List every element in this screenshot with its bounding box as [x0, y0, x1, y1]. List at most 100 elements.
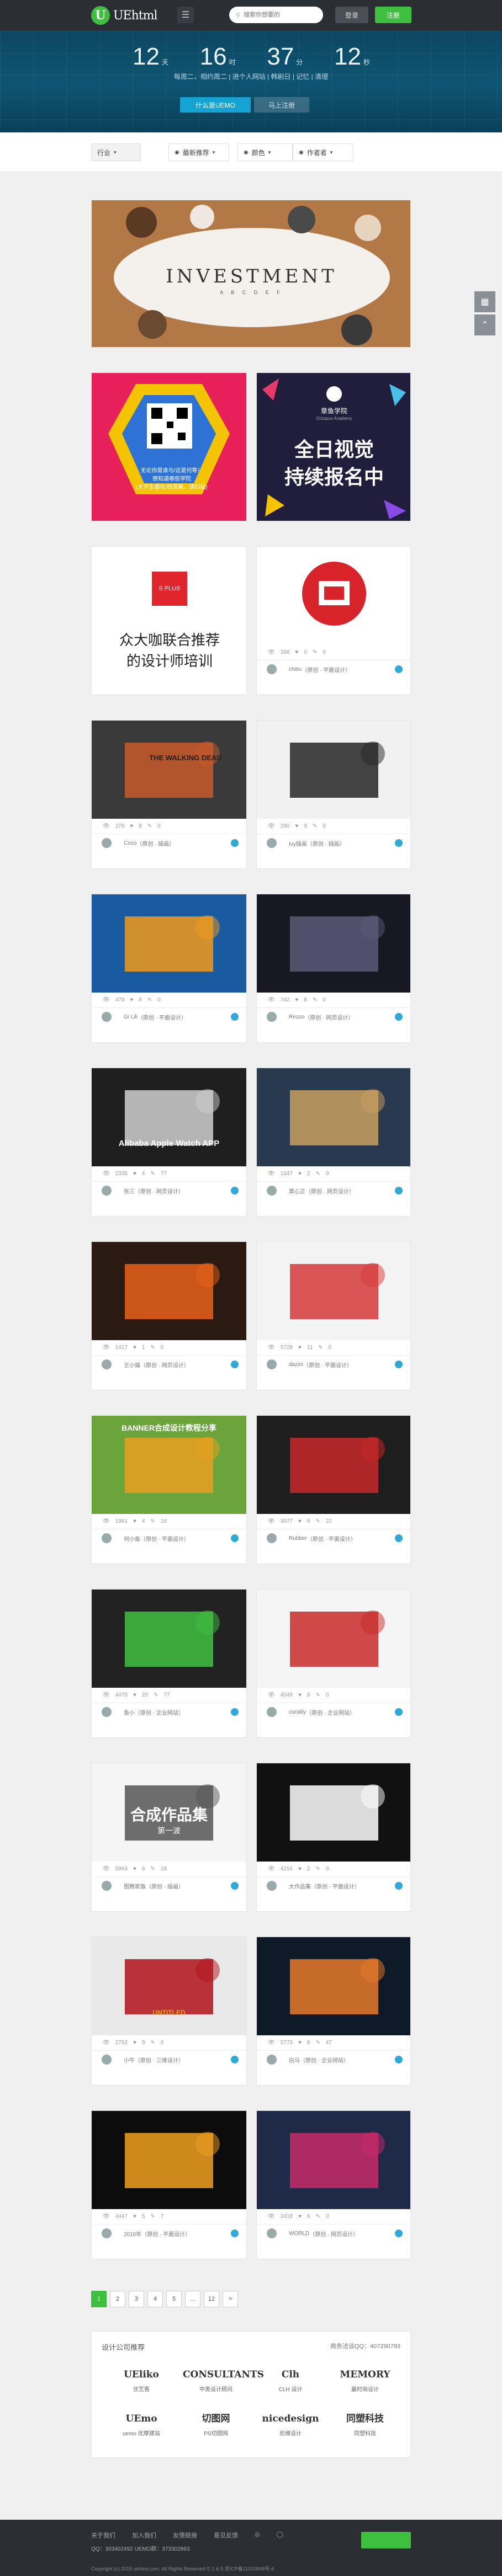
- partner-logo: CONSULTANTS: [183, 2369, 264, 2380]
- work-stats: 👁 742 ♥ 8 ✎ 0: [257, 993, 410, 1008]
- page-5[interactable]: 5: [166, 2291, 182, 2307]
- work-author[interactable]: chitiu （原创 · 平面设计）: [257, 660, 410, 678]
- work-card-9[interactable]: 👁 5728 ♥ 11 ✎ 0 dazini （原创 · 平面设计）: [256, 1241, 411, 1390]
- arrow-up-icon[interactable]: ⌃: [474, 314, 495, 335]
- work-category: （原创 · 平面设计）: [140, 1536, 189, 1543]
- search-input[interactable]: [244, 12, 316, 18]
- work-author[interactable]: 王小猫 （原创 · 网页设计）: [92, 1356, 246, 1373]
- partner-item[interactable]: UEmo uemo 优摩建站: [108, 2409, 175, 2437]
- work-author[interactable]: 黄心正 （原创 · 网页设计）: [257, 1182, 410, 1199]
- filter-author[interactable]: ◉ 作者者 ▾: [293, 143, 353, 161]
- avatar: [267, 838, 277, 848]
- footer-link-join[interactable]: 加入我们: [132, 2531, 156, 2540]
- filter-latest[interactable]: ◉ 最新推荐 ▾: [168, 143, 229, 161]
- work-author[interactable]: 图腾家族 （原创 · 插画）: [92, 1877, 246, 1895]
- qq-icon[interactable]: ◯: [277, 2531, 283, 2540]
- likes-count: 8: [307, 2040, 310, 2046]
- partner-item[interactable]: UEliko 优艺客: [108, 2365, 175, 2393]
- page-2[interactable]: 2: [110, 2291, 125, 2307]
- what-is-uemo-button[interactable]: 什么是UEMO: [180, 97, 251, 113]
- comment-icon: ✎: [147, 823, 152, 829]
- work-card-10[interactable]: BANNER合成设计教程分享 👁 1961 ♥ 4 ✎ 16 何小鱼 （原创 · 平面设计）: [91, 1415, 247, 1564]
- work-card-19[interactable]: 👁 2418 ♥ 6 ✎ 0 WORLD （原创 · 网页设计）: [256, 2110, 411, 2259]
- partner-item[interactable]: 同塑科技 同塑科技: [332, 2409, 398, 2437]
- work-card-13[interactable]: 👁 4049 ♥ 8 ✎ 0 coralily （原创 · 企业网站）: [256, 1589, 411, 1738]
- work-card-2[interactable]: THE WALKING DEAD 👁 278 ♥ 8 ✎ 0 Coco （原创 · 插画）: [91, 720, 247, 869]
- work-card-1[interactable]: 👁 398 ♥ 0 ✎ 0 chitiu （原创 · 平面设计）: [256, 546, 411, 695]
- palette-icon: ◉: [244, 149, 249, 156]
- partner-item[interactable]: Clh CLH 设计: [257, 2365, 324, 2393]
- partner-item[interactable]: 切图网 PS切图网: [183, 2409, 249, 2437]
- work-card-12[interactable]: 👁 4470 ♥ 20 ✎ 77 鱼小 （原创 · 企业网站）: [91, 1589, 247, 1738]
- footer-link-friends[interactable]: 友情链接: [173, 2531, 197, 2540]
- partner-name: 中奥设计顾问: [199, 2387, 232, 2393]
- partner-item[interactable]: nicedesign 尼维设计: [257, 2409, 324, 2437]
- work-author[interactable]: Rubber （原创 · 平面设计）: [257, 1529, 410, 1547]
- work-author[interactable]: Coco （原创 · 插画）: [92, 834, 246, 852]
- work-card-7[interactable]: 👁 1347 ♥ 2 ✎ 0 黄心正 （原创 · 网页设计）: [256, 1068, 411, 1217]
- badge-icon: [395, 1187, 403, 1194]
- comments-count: 0: [323, 997, 326, 1003]
- promo-qr-card[interactable]: 无论你是谁与/这是何等！ 想知道哪些学院 (大学生都在/找答案。请扫描): [91, 372, 247, 521]
- work-card-11[interactable]: 👁 3077 ♥ 8 ✎ 22 Rubber （原创 · 平面设计）: [256, 1415, 411, 1564]
- work-card-3[interactable]: 👁 290 ♥ 9 ✎ 0 Ivy插画 （原创 · 插画）: [256, 720, 411, 869]
- comment-icon: ✎: [318, 1345, 323, 1351]
- work-author[interactable]: 张三 （原创 · 网页设计）: [92, 1182, 246, 1199]
- login-button[interactable]: 登录: [335, 7, 368, 23]
- partner-item[interactable]: MEMORY 最时尚设计: [332, 2365, 398, 2393]
- work-card-15[interactable]: 👁 4216 ♥ 2 ✎ 0 大作品集 （原创 · 平面设计）: [256, 1763, 411, 1912]
- work-author[interactable]: 2016年 （原创 · 平面设计）: [92, 2225, 246, 2242]
- search-box[interactable]: ⚲: [229, 7, 323, 23]
- page-last[interactable]: 12: [204, 2291, 219, 2307]
- work-author[interactable]: dazini （原创 · 平面设计）: [257, 1356, 410, 1373]
- comment-icon: ✎: [154, 1692, 158, 1698]
- heart-icon: ♥: [298, 1692, 302, 1698]
- work-author[interactable]: 白马 （原创 · 企业网站）: [257, 2051, 410, 2068]
- training-card[interactable]: S PLUS 众大咖联合推荐的设计师培训: [91, 546, 247, 695]
- work-card-17[interactable]: 👁 5773 ♥ 8 ✎ 47 白马 （原创 · 企业网站）: [256, 1937, 411, 2086]
- likes-count: 4: [141, 1171, 145, 1177]
- page-1[interactable]: 1: [91, 2291, 107, 2307]
- grid-icon[interactable]: ▦: [474, 291, 495, 312]
- work-card-8[interactable]: 👁 1417 ♥ 1 ✎ 0 王小猫 （原创 · 网页设计）: [91, 1241, 247, 1390]
- work-category: （原创 · 网页设计）: [309, 2231, 359, 2238]
- page-3[interactable]: 3: [129, 2291, 144, 2307]
- work-thumb-caption: UNTITLED: [152, 2009, 186, 2017]
- avatar: [267, 1012, 277, 1022]
- avatar: [102, 1533, 112, 1543]
- eye-icon: 👁: [268, 2214, 275, 2220]
- partner-name: 同塑科技: [354, 2431, 376, 2437]
- work-card-4[interactable]: 👁 479 ♥ 8 ✎ 0 Gi Lili （原创 · 平面设计）: [91, 894, 247, 1043]
- work-author[interactable]: coralily （原创 · 企业网站）: [257, 1703, 410, 1721]
- partner-item[interactable]: CONSULTANTS 中奥设计顾问: [183, 2365, 264, 2393]
- work-author[interactable]: Rezzo （原创 · 网页设计）: [257, 1008, 410, 1026]
- work-author[interactable]: WORLD （原创 · 网页设计）: [257, 2225, 410, 2242]
- register-button[interactable]: 注册: [375, 7, 411, 23]
- hero-secondary-button[interactable]: 马上注册: [254, 97, 309, 113]
- work-card-18[interactable]: 👁 4447 ♥ 5 ✎ 7 2016年 （原创 · 平面设计）: [91, 2110, 247, 2259]
- work-card-5[interactable]: 👁 742 ♥ 8 ✎ 0 Rezzo （原创 · 网页设计）: [256, 894, 411, 1043]
- work-thumb-caption: 合成作品集: [130, 1806, 208, 1823]
- work-author[interactable]: 小牛 （原创 · 三维设计）: [92, 2051, 246, 2068]
- work-thumb: [92, 2111, 246, 2209]
- footer-link-about[interactable]: 关于我们: [91, 2531, 115, 2540]
- work-card-6[interactable]: Alibaba Apple Watch APP 👁 2335 ♥ 4 ✎ 77 张三 （原创 ·…: [91, 1068, 247, 1217]
- work-author[interactable]: 何小鱼 （原创 · 平面设计）: [92, 1529, 246, 1547]
- work-author[interactable]: Ivy插画 （原创 · 插画）: [257, 834, 410, 852]
- views-count: 1347: [280, 1171, 293, 1177]
- page-next[interactable]: >: [223, 2291, 238, 2307]
- weibo-icon[interactable]: ◎: [255, 2531, 260, 2540]
- work-card-16[interactable]: UNTITLED 👁 2752 ♥ 9 ✎ 0 小牛 （原创 · 三维设计）: [91, 1937, 247, 2086]
- site-logo[interactable]: U UEhtml: [91, 6, 158, 25]
- filter-color[interactable]: ◉ 颜色 ▾: [237, 143, 293, 161]
- page-4[interactable]: 4: [147, 2291, 163, 2307]
- filter-industry[interactable]: 行业 ▾: [91, 143, 141, 161]
- work-card-14[interactable]: 合成作品集 第一波 👁 5963 ♥ 6 ✎ 18 图腾家族 （原创 · 插画）: [91, 1763, 247, 1912]
- promo-school-card[interactable]: 章鱼学院 Octopus Academy 全日视觉 持续报名中: [256, 372, 411, 521]
- work-author[interactable]: 鱼小 （原创 · 企业网站）: [92, 1703, 246, 1721]
- featured-banner[interactable]: INVESTMENT A B C D E F: [91, 200, 411, 348]
- work-author[interactable]: 大作品集 （原创 · 平面设计）: [257, 1877, 410, 1895]
- footer-link-feedback[interactable]: 意见反馈: [214, 2531, 238, 2540]
- work-author[interactable]: Gi Lili （原创 · 平面设计）: [92, 1008, 246, 1026]
- menu-icon[interactable]: ☰: [177, 7, 194, 23]
